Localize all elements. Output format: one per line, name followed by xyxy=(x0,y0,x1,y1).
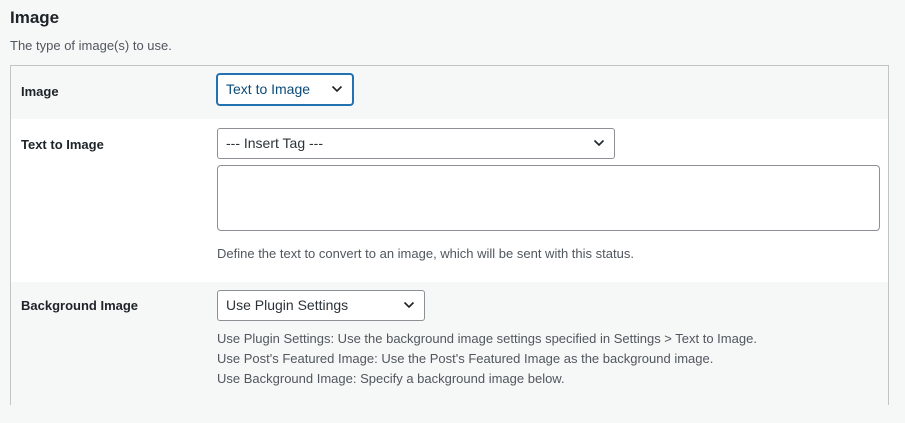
section-description: The type of image(s) to use. xyxy=(10,38,172,53)
background-image-help-plugin: Use Plugin Settings: Use the background … xyxy=(217,331,757,346)
text-to-image-label: Text to Image xyxy=(21,137,104,152)
insert-tag-select[interactable]: --- Insert Tag --- xyxy=(217,128,615,159)
settings-page: Image The type of image(s) to use. Image… xyxy=(0,0,905,423)
row-text-to-image: Text to Image --- Insert Tag --- Define … xyxy=(11,119,888,282)
image-label: Image xyxy=(21,84,59,99)
background-image-help-custom: Use Background Image: Specify a backgrou… xyxy=(217,371,565,386)
background-image-select[interactable]: Use Plugin Settings xyxy=(217,290,425,321)
image-type-select-value: Text to Image xyxy=(226,81,311,97)
chevron-down-icon xyxy=(403,301,415,309)
text-to-image-textarea[interactable] xyxy=(217,165,880,231)
background-image-label: Background Image xyxy=(21,298,139,313)
section-title: Image xyxy=(10,8,60,27)
image-type-select[interactable]: Text to Image xyxy=(217,74,353,105)
row-background-image: Background Image Use Plugin Settings Use… xyxy=(11,282,888,405)
background-image-select-value: Use Plugin Settings xyxy=(226,297,349,313)
background-image-help-featured: Use Post's Featured Image: Use the Post'… xyxy=(217,351,714,366)
text-to-image-help: Define the text to convert to an image, … xyxy=(217,246,634,261)
row-image: Image Text to Image xyxy=(11,66,888,119)
chevron-down-icon xyxy=(593,139,605,147)
settings-table: Image Text to Image Text to Image --- In… xyxy=(10,65,889,405)
insert-tag-select-value: --- Insert Tag --- xyxy=(226,135,323,151)
chevron-down-icon xyxy=(331,85,343,93)
